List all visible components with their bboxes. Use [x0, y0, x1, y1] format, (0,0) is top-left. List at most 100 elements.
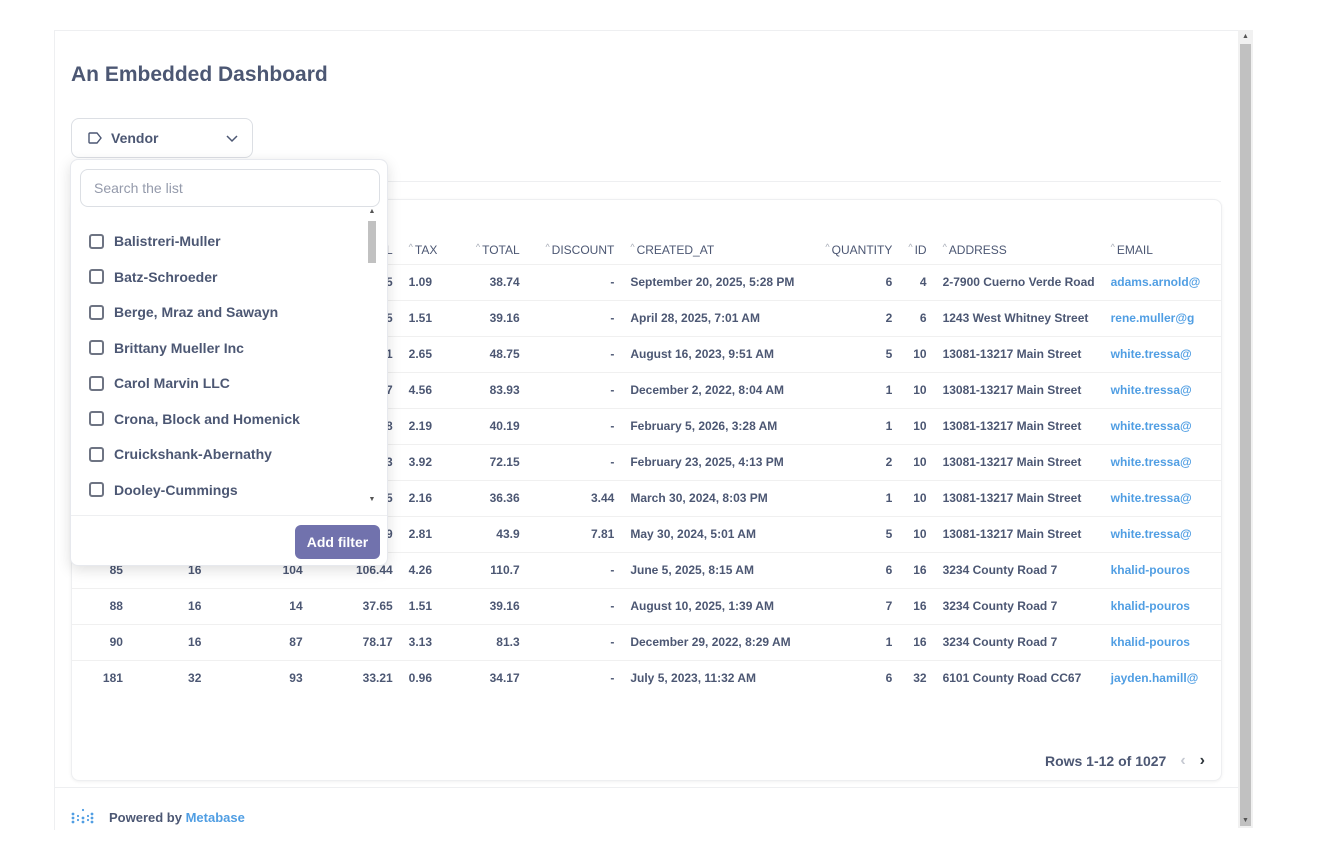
- table-cell: 1: [811, 371, 901, 408]
- table-cell: 2.81: [400, 515, 458, 552]
- next-page-icon[interactable]: ›: [1200, 752, 1205, 770]
- table-cell: 10: [900, 515, 935, 552]
- table-cell: 4.56: [400, 371, 458, 408]
- checkbox[interactable]: [89, 411, 104, 426]
- vendor-option[interactable]: Dooley-Cummings: [89, 478, 238, 502]
- vendor-option[interactable]: Brittany Mueller Inc: [89, 336, 244, 360]
- table-cell: 4.26: [400, 551, 458, 588]
- table-cell[interactable]: white.tressa@: [1102, 371, 1221, 408]
- metabase-link[interactable]: Metabase: [186, 810, 245, 825]
- sort-caret-icon: ^: [942, 241, 947, 252]
- table-cell: 1243 West Whitney Street: [934, 299, 1103, 336]
- column-header[interactable]: ^ QUANTITY: [811, 236, 900, 264]
- table-cell: May 30, 2024, 5:01 AM: [622, 515, 812, 552]
- table-cell: 2: [811, 443, 901, 480]
- list-scroll-up-icon[interactable]: ▲: [366, 207, 378, 217]
- vendor-option[interactable]: Cruickshank-Abernathy: [89, 442, 272, 466]
- checkbox[interactable]: [89, 304, 104, 320]
- table-cell: 2.19: [400, 407, 458, 444]
- vendor-options-list: Balistreri-Muller Batz-Schroeder Berge, Mr…: [71, 214, 377, 504]
- table-cell: 1.51: [400, 299, 458, 336]
- vendor-option[interactable]: Batz-Schroeder: [89, 265, 217, 289]
- table-cell: 37.65: [310, 587, 401, 624]
- table-cell: 1: [811, 479, 901, 516]
- search-input[interactable]: [80, 169, 380, 207]
- vendor-option[interactable]: Balistreri-Muller: [89, 229, 221, 253]
- table-cell[interactable]: khalid-pouros: [1102, 551, 1221, 588]
- column-header[interactable]: ^ TAX: [401, 236, 457, 264]
- table-cell: 2-7900 Cuerno Verde Road: [934, 263, 1103, 300]
- table-cell: -: [527, 443, 623, 480]
- add-filter-button[interactable]: Add filter: [295, 525, 380, 559]
- table-cell[interactable]: white.tressa@: [1102, 479, 1221, 516]
- checkbox[interactable]: [89, 233, 104, 249]
- table-row[interactable]: 181 32 93 33.21 0.96 34.17- July 5, 2023, 11:3…: [72, 659, 1221, 696]
- table-cell: 1: [811, 623, 901, 660]
- column-header[interactable]: ^ CREATED_AT: [622, 236, 811, 264]
- vendor-filter-button[interactable]: Vendor: [71, 118, 253, 158]
- table-cell: 13081-13217 Main Street: [934, 479, 1103, 516]
- table-cell[interactable]: khalid-pouros: [1102, 587, 1221, 624]
- column-header[interactable]: ^ ADDRESS: [935, 236, 1103, 264]
- pagination: Rows 1-12 of 1027 ‹ ›: [1045, 752, 1205, 770]
- table-cell: 7: [811, 587, 901, 624]
- column-header[interactable]: ^ DISCOUNT: [528, 236, 623, 264]
- checkbox[interactable]: [89, 375, 104, 391]
- table-cell[interactable]: white.tressa@: [1102, 407, 1221, 444]
- table-cell[interactable]: khalid-pouros: [1102, 623, 1221, 660]
- table-cell: 38.74: [457, 263, 528, 300]
- table-cell: 13081-13217 Main Street: [934, 407, 1103, 444]
- table-cell: 36.36: [457, 479, 528, 516]
- checkbox[interactable]: [89, 269, 104, 284]
- table-cell[interactable]: jayden.hamill@: [1102, 659, 1221, 696]
- checkbox[interactable]: [89, 446, 104, 462]
- vendor-option[interactable]: Carol Marvin LLC: [89, 371, 230, 395]
- sort-caret-icon: ^: [825, 241, 830, 252]
- frame-scrollbar[interactable]: ▲ ▼: [1238, 30, 1253, 828]
- table-cell: 13081-13217 Main Street: [934, 335, 1103, 372]
- column-header[interactable]: ^ ID: [900, 236, 934, 264]
- table-cell: -: [527, 407, 623, 444]
- table-cell: 13081-13217 Main Street: [934, 443, 1103, 480]
- options-scrollbar[interactable]: ▲ ▼: [366, 207, 378, 505]
- table-cell: February 23, 2025, 4:13 PM: [622, 443, 812, 480]
- table-cell: 1.51: [400, 587, 458, 624]
- table-cell[interactable]: adams.arnold@: [1102, 263, 1221, 300]
- table-cell: 90: [72, 623, 131, 660]
- table-cell: 6: [811, 659, 901, 696]
- column-header-label: TOTAL: [482, 242, 520, 257]
- scroll-up-arrow-icon[interactable]: ▲: [1238, 31, 1253, 43]
- powered-by-label: Powered by: [109, 810, 182, 825]
- vendor-option[interactable]: Berge, Mraz and Sawayn: [89, 300, 278, 324]
- previous-page-icon[interactable]: ‹: [1180, 752, 1185, 770]
- table-cell: 10: [900, 371, 935, 408]
- table-cell: -: [527, 371, 623, 408]
- checkbox[interactable]: [89, 340, 104, 355]
- vendor-option[interactable]: Crona, Block and Homenick: [89, 407, 300, 431]
- table-cell: September 20, 2025, 5:28 PM: [622, 263, 812, 300]
- column-header[interactable]: ^ TOTAL: [457, 236, 528, 264]
- table-cell[interactable]: rene.muller@g: [1102, 299, 1221, 336]
- column-header-label: EMAIL: [1116, 242, 1153, 257]
- table-cell: 16: [130, 623, 210, 660]
- table-cell[interactable]: white.tressa@: [1102, 443, 1221, 480]
- column-header[interactable]: ^ EMAIL: [1103, 236, 1221, 264]
- table-cell[interactable]: white.tressa@: [1102, 515, 1221, 552]
- options-scrollbar-thumb[interactable]: [368, 221, 376, 263]
- table-cell[interactable]: white.tressa@: [1102, 335, 1221, 372]
- table-cell: 10: [900, 335, 935, 372]
- table-cell: 72.15: [457, 443, 528, 480]
- table-cell: 10: [900, 443, 935, 480]
- table-row[interactable]: 88 16 14 37.65 1.51 39.16- August 10, 2025, 1:…: [72, 587, 1221, 624]
- list-scroll-down-icon[interactable]: ▼: [366, 495, 378, 505]
- table-cell: 6: [811, 263, 901, 300]
- checkbox[interactable]: [89, 482, 104, 497]
- table-row[interactable]: 90 16 87 78.17 3.13 81.3- December 29, 2022, 8…: [72, 623, 1221, 660]
- column-header-label: ID: [914, 242, 927, 257]
- table-cell: April 28, 2025, 7:01 AM: [622, 299, 812, 336]
- table-cell: -: [527, 551, 623, 588]
- scrollbar-thumb[interactable]: [1240, 44, 1251, 826]
- table-cell: 3.92: [400, 443, 458, 480]
- scroll-down-arrow-icon[interactable]: ▼: [1238, 815, 1253, 827]
- table-cell: December 2, 2022, 8:04 AM: [622, 371, 812, 408]
